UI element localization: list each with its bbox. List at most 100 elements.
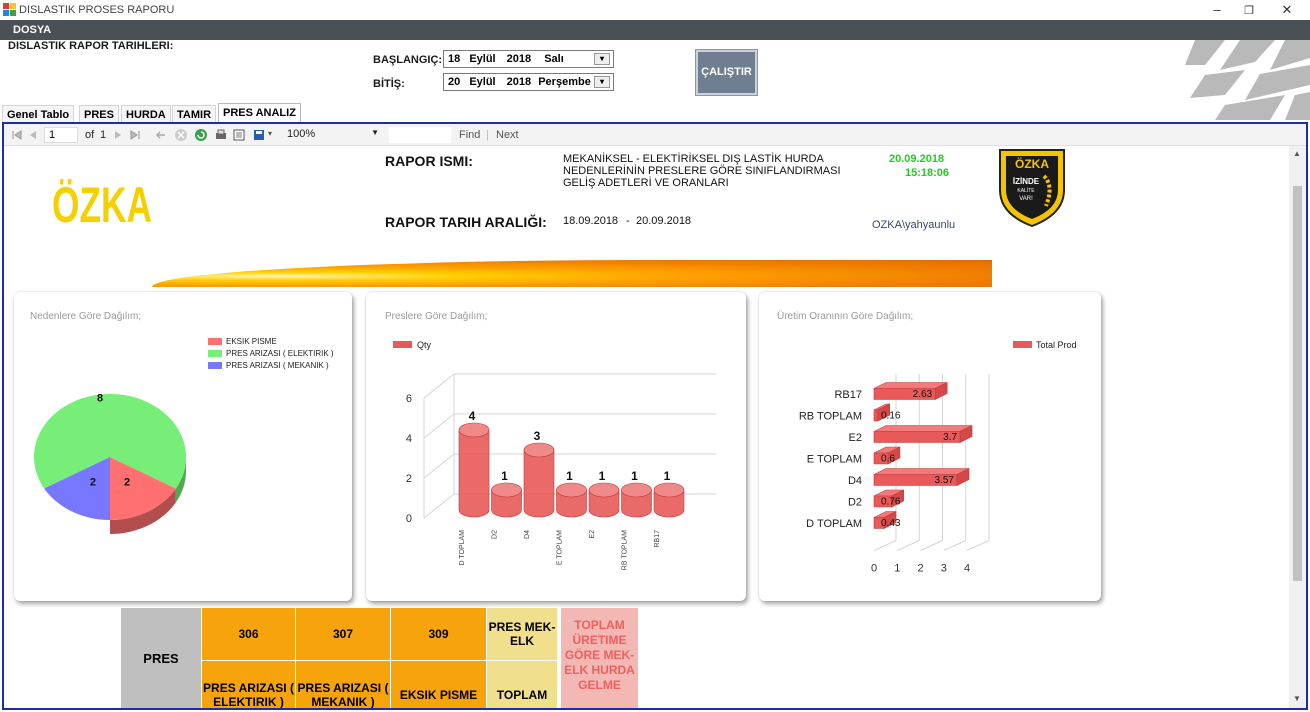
logo-text: ÖZKA xyxy=(52,177,152,226)
legend-swatch xyxy=(208,350,222,357)
start-weekday: Salı xyxy=(544,53,564,65)
badge-top-text: ÖZKA xyxy=(1015,156,1049,171)
title-bar: DISLASTIK PROSES RAPORU – ❐ ✕ xyxy=(0,0,1310,20)
grid-line xyxy=(423,453,455,479)
last-page-icon[interactable] xyxy=(128,128,142,142)
filter-panel: DISLASTIK RAPOR TARIHLERI: BAŞLANGIÇ: Bİ… xyxy=(0,40,1310,102)
report-toolbar: 1 of 1 ▾ 100% ▼ Find | Next xyxy=(4,124,1306,146)
x-tick-label: D TOPLAM xyxy=(459,530,466,566)
back-icon[interactable] xyxy=(154,128,168,142)
page-number-input[interactable]: 1 xyxy=(44,127,78,143)
table-col-header: 306 xyxy=(202,608,295,660)
bar-top xyxy=(458,422,490,438)
range-end: 20.09.2018 xyxy=(636,215,692,227)
data-label: 0.6 xyxy=(881,454,895,465)
tab-tamir[interactable]: TAMIR xyxy=(172,105,217,123)
scroll-down-icon[interactable]: ▼ xyxy=(1293,694,1301,703)
calendar-dropdown-icon[interactable]: ▾ xyxy=(594,76,610,88)
y-tick-label: RB TOPLAM xyxy=(799,411,862,423)
export-dropdown-icon[interactable]: ▾ xyxy=(268,129,272,138)
zoom-select[interactable]: 100% ▼ xyxy=(283,127,383,143)
chart-card-causes: Nedenlere Göre Dağılım; EKSIK PISME PRES … xyxy=(14,292,352,601)
refresh-icon[interactable] xyxy=(194,128,208,142)
bar xyxy=(523,449,555,518)
run-button[interactable]: ÇALIŞTIR xyxy=(695,49,758,96)
find-link[interactable]: Find xyxy=(459,129,480,141)
print-icon[interactable] xyxy=(214,128,228,142)
decorative-banner xyxy=(152,260,992,287)
next-link[interactable]: Next xyxy=(496,129,519,141)
x-tick-label: 2 xyxy=(917,563,923,575)
x-tick-label: 1 xyxy=(894,563,900,575)
data-label: 1 xyxy=(599,469,606,483)
report-name-line: MEKANİKSEL - ELEKTİRİKSEL DIŞ LASTİK HUR… xyxy=(563,153,824,165)
calendar-dropdown-icon[interactable]: ▾ xyxy=(594,53,610,65)
bar-top xyxy=(588,482,620,498)
start-month: Eylül xyxy=(469,53,496,65)
table-col-header: 309 xyxy=(391,608,486,660)
y-tick-label: 2 xyxy=(406,473,412,485)
end-date-label: BİTİŞ: xyxy=(373,78,405,90)
first-page-icon[interactable] xyxy=(10,128,24,142)
print-layout-icon[interactable] xyxy=(232,128,246,142)
report-name-line: GELİŞ ADETLERİ VE ORANLARI xyxy=(563,177,729,189)
y-tick-label: 0 xyxy=(406,513,412,525)
start-date-picker[interactable]: 18 Eylül 2018 Salı ▾ xyxy=(443,50,614,68)
ozka-logo: ÖZKA xyxy=(50,146,160,233)
legend-label: PRES ARIZASI ( MEKANIK ) xyxy=(226,361,329,370)
toolbar-separator: | xyxy=(486,129,489,141)
table-row-header: PRES xyxy=(121,608,201,708)
close-button[interactable]: ✕ xyxy=(1264,0,1310,20)
scrollbar-thumb[interactable] xyxy=(1293,186,1302,581)
end-date-picker[interactable]: 20 Eylül 2018 Perşembe ▾ xyxy=(443,73,614,91)
report-range-label: RAPOR TARIH ARALIĞI: xyxy=(385,214,547,230)
badge-line: İZİNDE xyxy=(1013,177,1040,186)
tab-hurda[interactable]: HURDA xyxy=(121,105,171,123)
restore-icon: ❐ xyxy=(1244,5,1254,17)
table-col-header: PRES MEK-ELK xyxy=(487,608,557,660)
stop-icon[interactable] xyxy=(174,128,188,142)
legend-swatch xyxy=(393,341,412,348)
tab-strip: Genel Tablo PRES HURDA TAMIR PRES ANALIZ xyxy=(0,103,1310,124)
scroll-up-icon[interactable]: ▲ xyxy=(1293,149,1301,158)
tab-pres-analiz[interactable]: PRES ANALIZ xyxy=(218,103,301,124)
user-name: OZKA\yahyaunlu xyxy=(872,219,956,231)
table-ratio-header: TOPLAM ÜRETIME GÖRE MEK-ELK HURDA GELME xyxy=(561,608,638,708)
menu-item-dosya[interactable]: DOSYA xyxy=(13,24,51,36)
report-vertical-scrollbar[interactable]: ▲ ▼ xyxy=(1289,146,1306,708)
menu-bar: DOSYA xyxy=(0,20,1310,40)
report-name-line: NEDENLERİNİN PRESLERE GÖRE SINIFLANDIRMA… xyxy=(563,165,841,177)
data-label: 2 xyxy=(90,477,96,489)
y-tick-label: RB17 xyxy=(834,389,862,401)
next-page-icon[interactable] xyxy=(111,128,125,142)
tab-genel-tablo[interactable]: Genel Tablo xyxy=(2,105,75,123)
bar-top xyxy=(523,442,555,458)
export-icon[interactable] xyxy=(252,128,266,142)
y-tick-label: D2 xyxy=(848,497,862,509)
horizontal-bar-chart: Total Prod 0 1 2 3 4 RB17 2.63 RB TOPLAM 0.16 E2 3.… xyxy=(799,340,1077,575)
grid-line xyxy=(920,540,943,551)
ozka-logo-image: ÖZKA xyxy=(52,177,152,233)
y-tick-label: 4 xyxy=(406,433,412,445)
y-tick-label: 6 xyxy=(406,393,412,405)
find-input[interactable] xyxy=(389,127,451,143)
tab-pres[interactable]: PRES xyxy=(79,105,119,123)
grid-line xyxy=(423,413,455,439)
y-tick-label: E2 xyxy=(849,432,862,444)
start-day: 18 xyxy=(448,53,461,65)
pres-summary-table: PRES 306 307 309 PRES MEK-ELK PRES ARIZA… xyxy=(121,608,641,708)
x-tick-label: 4 xyxy=(964,563,970,575)
badge-line: KALİTE xyxy=(1017,187,1035,194)
previous-page-icon[interactable] xyxy=(26,128,40,142)
page-count: 1 xyxy=(100,129,107,141)
legend-label: PRES ARIZASI ( ELEKTIRIK ) xyxy=(226,349,334,358)
bar-top xyxy=(873,468,970,475)
data-label: 8 xyxy=(97,392,103,404)
legend-swatch xyxy=(208,362,222,369)
x-tick-label: RB17 xyxy=(654,530,661,548)
bar-top xyxy=(556,482,587,498)
grid-line xyxy=(966,540,990,551)
data-label: 1 xyxy=(566,469,573,483)
badge-line: VAR! xyxy=(1019,196,1033,202)
data-label: 4 xyxy=(469,409,476,423)
